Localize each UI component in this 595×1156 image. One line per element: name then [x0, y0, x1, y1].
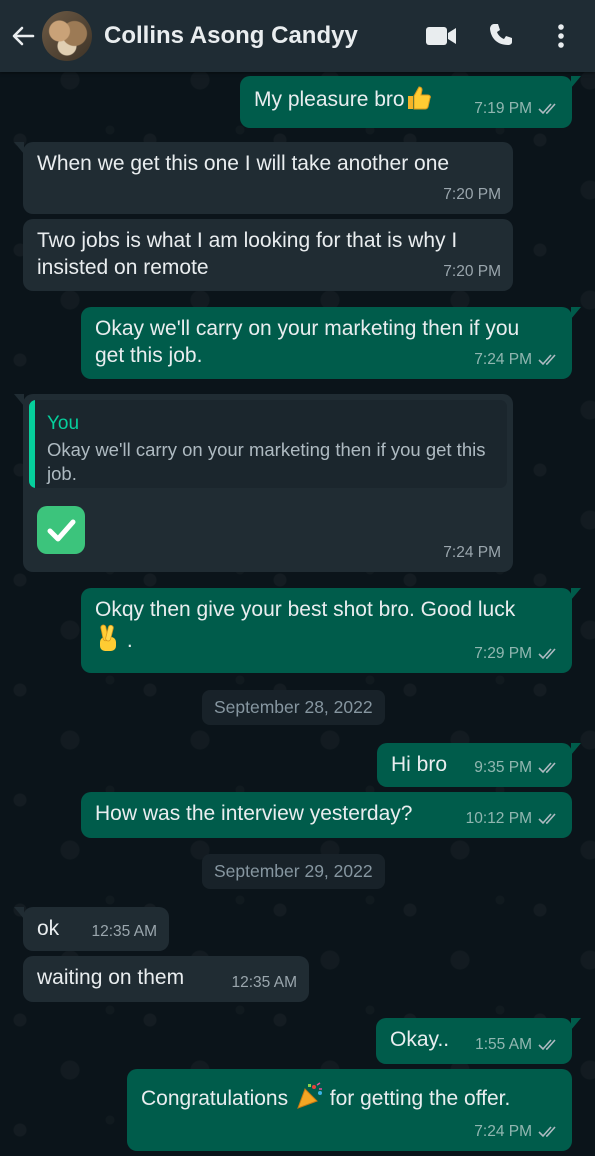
contact-avatar[interactable] [42, 11, 92, 61]
message-bubble-outgoing[interactable]: Congratulations for getting the offer. 7… [127, 1069, 572, 1151]
message-time: 1:55 AM [475, 1036, 532, 1053]
message-time: 7:29 PM [474, 645, 532, 662]
message-time: 10:12 PM [465, 810, 532, 827]
read-receipt-icon [538, 102, 560, 116]
message-text: Hi bro [391, 753, 448, 776]
back-arrow-icon[interactable] [8, 21, 38, 51]
read-receipt-icon [538, 353, 560, 367]
message-meta: 1:55 AM [475, 1031, 560, 1058]
message-list[interactable]: My pleasure bro 7:19 PM When we get this… [0, 0, 595, 1156]
message-meta: 7:24 PM [474, 346, 560, 373]
read-receipt-icon [538, 1125, 560, 1139]
read-receipt-icon [538, 761, 560, 775]
message-time: 7:24 PM [474, 1123, 532, 1140]
read-receipt-icon [538, 1038, 560, 1052]
voice-call-icon[interactable] [481, 16, 521, 56]
quoted-author: You [47, 413, 80, 434]
message-meta: 10:12 PM [466, 805, 560, 832]
message-bubble-incoming-reply[interactable]: You Okay we'll carry on your marketing t… [14, 394, 513, 572]
message-bubble-incoming[interactable]: When we get this one I will take another… [14, 142, 513, 214]
message-time: 7:19 PM [474, 100, 532, 117]
message-bubble-incoming[interactable]: Two jobs is what I am looking for that i… [23, 219, 513, 291]
video-call-icon[interactable] [421, 16, 461, 56]
quote-accent-bar [29, 400, 35, 488]
message-text: Congratulations [141, 1087, 289, 1110]
read-receipt-icon [538, 647, 560, 661]
date-divider: September 29, 2022 [202, 854, 385, 889]
message-time: 12:35 AM [231, 974, 298, 991]
message-time: 7:20 PM [443, 186, 501, 203]
crossed-fingers-icon [95, 623, 121, 660]
header-actions [401, 0, 581, 72]
message-text: Okqy then give your best shot bro. Good … [95, 598, 516, 621]
message-text: Okay we'll carry on your marketing then … [95, 317, 520, 367]
message-bubble-incoming[interactable]: ok 12:35 AM [14, 907, 169, 951]
message-bubble-outgoing[interactable]: Okay we'll carry on your marketing then … [81, 307, 581, 379]
message-text: How was the interview yesterday? [95, 802, 413, 825]
message-meta: 7:20 PM [443, 181, 501, 208]
message-text: ok [37, 917, 60, 940]
read-receipt-icon [538, 812, 560, 826]
message-time: 7:24 PM [443, 544, 501, 561]
message-bubble-outgoing[interactable]: My pleasure bro 7:19 PM [240, 76, 581, 128]
message-meta: 7:29 PM [474, 640, 560, 667]
thumbs-up-icon [405, 84, 433, 119]
message-time: 7:24 PM [474, 351, 532, 368]
message-bubble-outgoing[interactable]: How was the interview yesterday? 10:12 P… [81, 792, 572, 838]
date-divider: September 28, 2022 [202, 690, 385, 725]
message-text: My pleasure bro [254, 88, 405, 111]
party-popper-icon [294, 1081, 324, 1118]
message-time: 7:20 PM [443, 263, 501, 280]
quoted-message[interactable]: You Okay we'll carry on your marketing t… [29, 400, 507, 488]
message-text: When we get this one I will take another… [37, 152, 450, 175]
contact-name[interactable]: Collins Asong Candyy [104, 22, 358, 50]
message-bubble-incoming[interactable]: waiting on them 12:35 AM [23, 956, 309, 1002]
message-meta: 7:24 PM [474, 1118, 560, 1145]
message-meta: 7:24 PM [443, 539, 501, 566]
message-text: Two jobs is what I am looking for that i… [37, 229, 458, 279]
message-time: 12:35 AM [91, 923, 158, 940]
chat-header: Collins Asong Candyy [0, 0, 595, 72]
message-meta: 12:35 AM [92, 918, 158, 945]
message-meta: 7:19 PM [474, 95, 560, 122]
message-bubble-outgoing[interactable]: Hi bro 9:35 PM [377, 743, 581, 787]
message-text: waiting on them [37, 966, 185, 989]
message-meta: 7:20 PM [443, 258, 501, 285]
quoted-text: Okay we'll carry on your marketing then … [47, 439, 486, 484]
message-meta: 12:35 AM [232, 969, 298, 996]
message-text-suffix: . [126, 629, 133, 652]
message-text-suffix: for getting the offer. [329, 1087, 511, 1110]
message-text: Okay.. [390, 1028, 450, 1051]
message-bubble-outgoing[interactable]: Okqy then give your best shot bro. Good … [81, 588, 581, 673]
message-meta: 9:35 PM [474, 754, 560, 781]
check-mark-button-icon [37, 506, 85, 554]
more-options-icon[interactable] [541, 16, 581, 56]
message-time: 9:35 PM [474, 759, 532, 776]
message-bubble-outgoing[interactable]: Okay.. 1:55 AM [376, 1018, 581, 1064]
